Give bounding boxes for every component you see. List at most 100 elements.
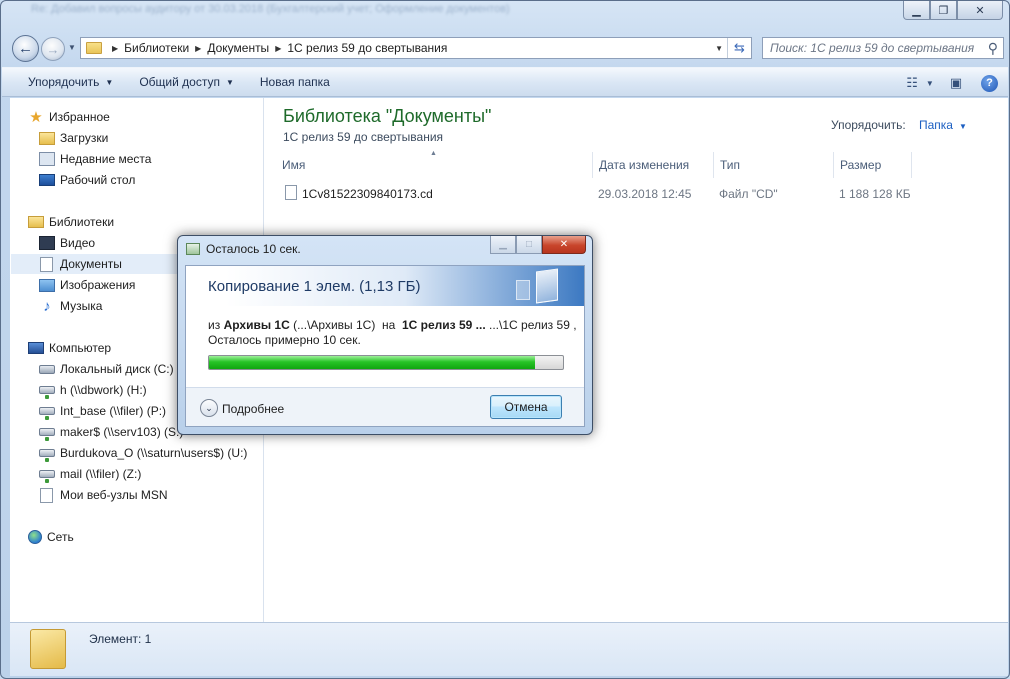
nav-item-drive-c[interactable]: Локальный диск (C:) (39, 359, 174, 379)
folder-icon (30, 629, 66, 669)
decorative-page-icon (536, 268, 558, 304)
nav-label: Рабочий стол (60, 173, 136, 187)
toolbar-right-group: ☷ ▼ ▣ ? (906, 72, 998, 94)
time-remaining: Осталось примерно 10 сек. (208, 333, 361, 347)
new-folder-button[interactable]: Новая папка (247, 67, 343, 97)
dialog-close-button[interactable]: ✕ (542, 236, 586, 254)
progress-fill (209, 356, 535, 369)
pictures-library-icon (39, 278, 55, 292)
library-subtitle[interactable]: 1С релиз 59 до свертывания (283, 130, 443, 144)
document-icon (40, 487, 53, 503)
new-folder-label: Новая папка (259, 75, 330, 89)
column-header-type[interactable]: Тип (714, 152, 834, 178)
chevron-down-icon: ▼ (958, 122, 967, 131)
organize-label: Упорядочить (28, 75, 100, 89)
file-name: 1Cv81522309840173.cd (302, 187, 433, 201)
column-header-date[interactable]: Дата изменения (593, 152, 714, 178)
breadcrumb-libraries[interactable]: Библиотеки (124, 41, 189, 55)
network-drive-icon (39, 428, 55, 441)
nav-label: Burdukova_O (\\saturn\users$) (U:) (60, 446, 248, 460)
nav-item-music[interactable]: ♪ Музыка (39, 296, 102, 316)
nav-label: Избранное (49, 110, 110, 124)
copy-dialog-icon (186, 243, 200, 255)
back-button[interactable]: ← (12, 35, 39, 62)
music-note-icon: ♪ (43, 297, 51, 315)
cancel-button[interactable]: Отмена (490, 395, 562, 419)
from-word: из (208, 318, 221, 332)
nav-item-downloads[interactable]: Загрузки (39, 128, 108, 148)
source-link[interactable]: Архивы 1С (224, 318, 290, 332)
folder-icon (86, 42, 102, 54)
breadcrumb-separator-icon[interactable]: ▶ (195, 44, 201, 53)
nav-item-msn-sites[interactable]: Мои веб-узлы MSN (39, 485, 167, 505)
refresh-button[interactable]: ⇆ (727, 38, 751, 58)
nav-item-drive-z[interactable]: mail (\\filer) (Z:) (39, 464, 141, 484)
nav-item-drive-u[interactable]: Burdukova_O (\\saturn\users$) (U:) (39, 443, 247, 463)
help-icon[interactable]: ? (981, 74, 998, 92)
recent-places-icon (39, 152, 55, 166)
nav-computer[interactable]: Компьютер (28, 338, 111, 358)
breadcrumb-current-folder[interactable]: 1С релиз 59 до свертывания (287, 41, 447, 55)
arrange-by-dropdown[interactable]: Папка ▼ (919, 118, 967, 132)
nav-network[interactable]: Сеть (28, 527, 74, 547)
breadcrumb-separator-icon[interactable]: ▶ (275, 44, 281, 53)
maximize-button[interactable]: ❐ (930, 1, 957, 20)
nav-label: h (\\dbwork) (H:) (60, 383, 147, 397)
nav-favorites[interactable]: ★ Избранное (28, 107, 110, 127)
column-header-size[interactable]: Размер (834, 152, 912, 178)
nav-item-recent-places[interactable]: Недавние места (39, 149, 151, 169)
breadcrumb-separator-icon[interactable]: ▶ (112, 44, 118, 53)
table-row[interactable]: 1Cv81522309840173.cd 29.03.2018 12:45 Фа… (279, 184, 915, 204)
nav-item-drive-s[interactable]: maker$ (\\serv103) (S:) (39, 422, 183, 442)
nav-item-video[interactable]: Видео (39, 233, 95, 253)
nav-item-pictures[interactable]: Изображения (39, 275, 135, 295)
desktop-icon (39, 174, 55, 186)
expand-details-button[interactable]: ⌄ (200, 399, 218, 417)
nav-label: mail (\\filer) (Z:) (60, 467, 142, 481)
window-title: Re: Добавил вопросы аудитору от 30.03.20… (31, 3, 510, 15)
documents-library-icon (40, 256, 53, 272)
nav-item-desktop[interactable]: Рабочий стол (39, 170, 135, 190)
video-library-icon (39, 236, 55, 250)
close-button[interactable]: ✕ (957, 1, 1003, 20)
file-date: 29.03.2018 12:45 (598, 187, 692, 201)
nav-label: Недавние места (60, 152, 152, 166)
libraries-icon (28, 216, 44, 228)
nav-label: Компьютер (49, 341, 112, 355)
command-bar: Упорядочить ▼ Общий доступ ▼ Новая папка ☷… (2, 67, 1008, 97)
nav-item-drive-p[interactable]: Int_base (\\filer) (P:) (39, 401, 166, 421)
address-bar[interactable]: ▶ Библиотеки ▶ Документы ▶ 1С релиз 59 д… (80, 37, 752, 59)
nav-libraries[interactable]: Библиотеки (28, 212, 114, 232)
arrange-by-value: Папка (919, 118, 953, 132)
share-button[interactable]: Общий доступ ▼ (126, 67, 247, 97)
forward-button[interactable]: → (41, 37, 65, 61)
details-label[interactable]: Подробнее (222, 402, 284, 416)
destination-path: ...\1С релиз 59 , (489, 318, 577, 332)
minimize-button[interactable]: ▁ (903, 1, 930, 20)
chevron-down-icon: ⌄ (205, 402, 213, 413)
copy-progress-bar (208, 355, 564, 370)
search-icon[interactable]: ⚲ (988, 40, 998, 57)
arrow-left-icon: ← (18, 40, 33, 57)
refresh-icon: ⇆ (734, 40, 745, 55)
dialog-title: Осталось 10 сек. (206, 242, 301, 256)
star-icon: ★ (29, 109, 43, 126)
search-input[interactable]: Поиск: 1С релиз 59 до свертывания ⚲ (762, 37, 1004, 59)
nav-item-drive-h[interactable]: h (\\dbwork) (H:) (39, 380, 147, 400)
copy-progress-dialog: Осталось 10 сек. ▁ □ ✕ Копирование 1 эле… (177, 235, 593, 435)
column-label: Дата изменения (599, 158, 690, 172)
share-label: Общий доступ (139, 75, 220, 89)
network-globe-icon (28, 530, 42, 544)
search-placeholder: Поиск: 1С релиз 59 до свертывания (770, 41, 975, 55)
address-history-dropdown[interactable]: ▼ (715, 44, 723, 53)
breadcrumb-documents[interactable]: Документы (207, 41, 269, 55)
nav-label: Документы (60, 257, 122, 271)
copy-summary: Копирование 1 элем. (1,13 ГБ) (208, 278, 421, 295)
organize-button[interactable]: Упорядочить ▼ (15, 67, 126, 97)
nav-label: Загрузки (60, 131, 109, 145)
view-options-button[interactable]: ☷ ▼ (906, 72, 934, 94)
preview-pane-button[interactable]: ▣ (945, 72, 967, 94)
recent-pages-dropdown[interactable]: ▼ (68, 43, 76, 52)
destination-link[interactable]: 1С релиз 59 ... (402, 318, 486, 332)
nav-label: Сеть (47, 530, 74, 544)
